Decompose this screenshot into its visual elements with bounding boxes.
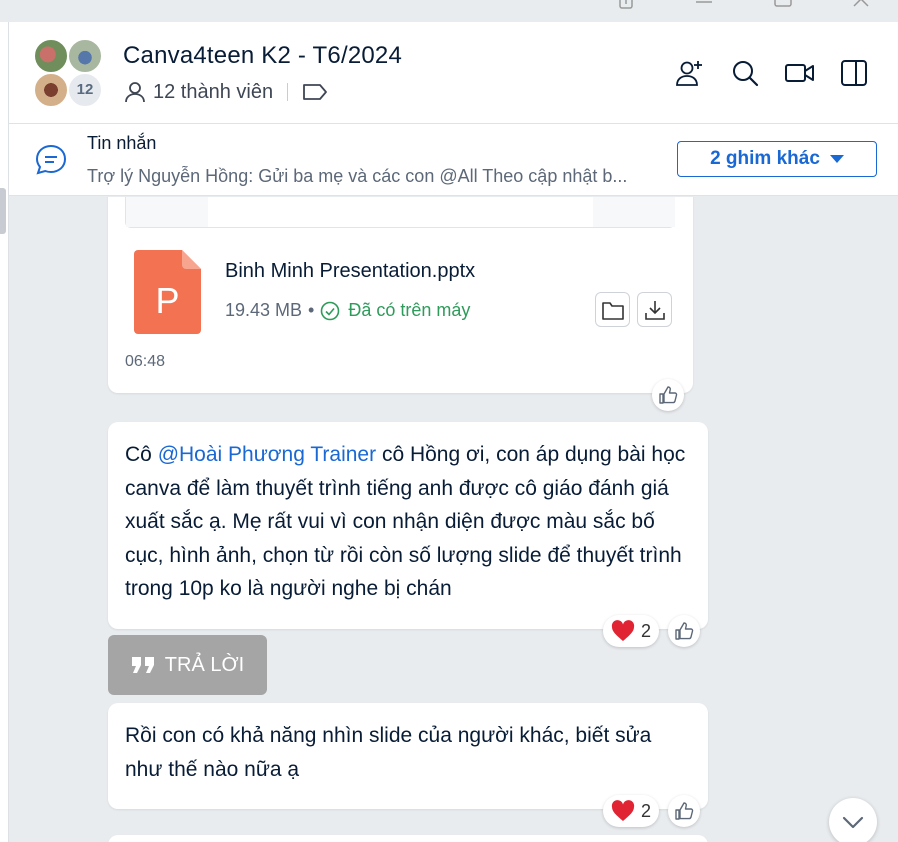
reply-label: TRẢ LỜI	[164, 653, 245, 676]
file-icon-letter: P	[155, 280, 180, 321]
file-meta: 19.43 MB • Đã có trên máy	[225, 300, 470, 321]
message-time: 06:48	[125, 353, 166, 370]
close-icon[interactable]	[851, 0, 871, 12]
open-folder-icon[interactable]	[595, 292, 630, 327]
chat-bubble-icon	[33, 142, 69, 183]
reaction-count: 2	[640, 620, 651, 641]
group-title[interactable]: Canva4teen K2 - T6/2024	[123, 42, 402, 70]
chevron-down-icon	[841, 812, 865, 837]
quote-icon	[131, 655, 157, 675]
previous-attachment-preview	[125, 197, 675, 228]
next-message[interactable]	[108, 835, 708, 842]
more-pins-label: 2 ghim khác	[710, 148, 820, 169]
scroll-to-bottom-button[interactable]	[829, 798, 877, 842]
check-circle-icon	[320, 301, 340, 321]
pinned-message-bar[interactable]: Tin nhắn Trợ lý Nguyễn Hồng: Gửi ba mẹ v…	[9, 124, 898, 196]
message-text: Rồi con có khả năng nhìn slide của người…	[125, 724, 652, 781]
more-pins-button[interactable]: 2 ghim khác	[677, 141, 877, 177]
divider	[287, 83, 289, 101]
chevron-down-icon	[829, 155, 844, 163]
minimize-icon[interactable]	[694, 0, 714, 12]
like-icon[interactable]	[668, 795, 700, 827]
text-message[interactable]: Cô @Hoài Phương Trainer cô Hồng ơi, con …	[108, 422, 708, 629]
message-body: cô Hồng ơi, con áp dụng bài học canva để…	[125, 443, 686, 600]
group-avatar[interactable]: 12	[33, 38, 105, 110]
window-title-bar	[0, 0, 898, 22]
reply-button[interactable]: TRẢ LỜI	[108, 635, 267, 695]
heart-reaction[interactable]: 2	[603, 615, 659, 647]
heart-reaction[interactable]: 2	[603, 795, 659, 827]
file-name[interactable]: Binh Minh Presentation.pptx	[225, 260, 475, 283]
avatar-count: 12	[67, 72, 103, 108]
sidebar-toggle-icon[interactable]	[839, 58, 869, 88]
like-icon[interactable]	[652, 379, 684, 411]
scroll-indicator[interactable]	[0, 188, 6, 234]
like-icon[interactable]	[668, 615, 700, 647]
avatar	[33, 38, 69, 74]
heart-icon	[611, 620, 635, 642]
reaction-count: 2	[640, 800, 651, 821]
avatar	[67, 38, 103, 74]
download-icon[interactable]	[637, 292, 672, 327]
message-prefix: Cô	[125, 443, 158, 466]
pptx-file-icon[interactable]: P	[134, 250, 201, 334]
file-message[interactable]: P Binh Minh Presentation.pptx 19.43 MB •…	[108, 197, 693, 393]
mention-link[interactable]: @Hoài Phương Trainer	[158, 443, 376, 466]
video-call-icon[interactable]	[784, 58, 814, 88]
left-sidebar-edge	[0, 22, 9, 842]
avatar	[33, 72, 69, 108]
search-icon[interactable]	[730, 58, 760, 88]
user-icon	[123, 80, 147, 104]
chat-header: 12 Canva4teen K2 - T6/2024 12 thành viên	[9, 22, 898, 124]
restore-icon[interactable]	[616, 0, 636, 12]
file-size: 19.43 MB	[225, 300, 303, 320]
maximize-icon[interactable]	[773, 0, 793, 12]
heart-icon	[611, 800, 635, 822]
chat-area[interactable]: P Binh Minh Presentation.pptx 19.43 MB •…	[9, 197, 898, 842]
members-count[interactable]: 12 thành viên	[153, 81, 273, 104]
add-member-icon[interactable]	[675, 58, 705, 88]
pinned-title: Tin nhắn	[87, 133, 157, 153]
pinned-preview[interactable]: Trợ lý Nguyễn Hồng: Gửi ba mẹ và các con…	[87, 166, 647, 187]
members-row: 12 thành viên	[123, 80, 328, 104]
download-status: Đã có trên máy	[348, 300, 471, 320]
meta-dot: •	[308, 300, 315, 320]
tag-icon[interactable]	[302, 82, 328, 102]
message-text: Cô @Hoài Phương Trainer cô Hồng ơi, con …	[125, 438, 691, 606]
text-message[interactable]: Rồi con có khả năng nhìn slide của người…	[108, 703, 708, 809]
